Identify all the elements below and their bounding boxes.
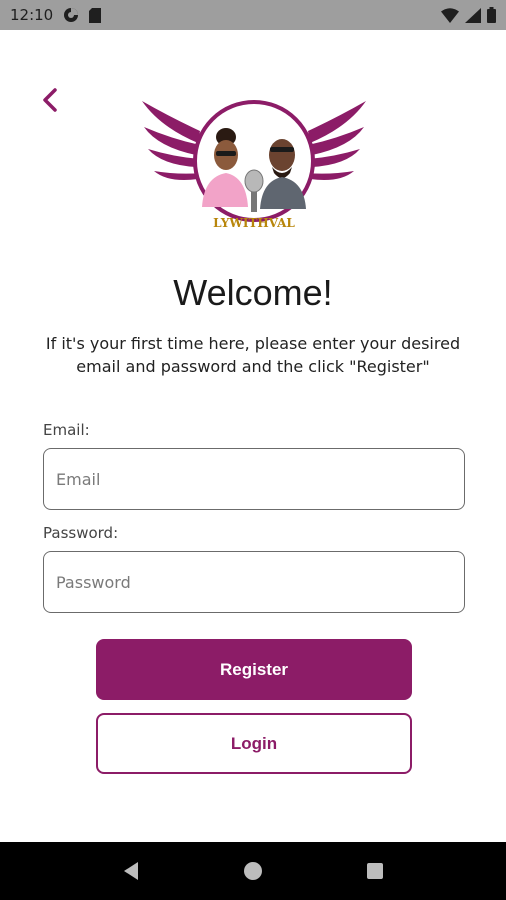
logo-text: LYWITHVAL (213, 216, 295, 230)
cellular-signal-icon (465, 7, 481, 23)
email-field[interactable] (43, 448, 465, 510)
login-button[interactable]: Login (96, 713, 412, 774)
register-button[interactable]: Register (96, 639, 412, 700)
battery-icon (487, 7, 496, 23)
nav-back-button[interactable] (111, 851, 151, 891)
wifi-icon (441, 7, 459, 23)
status-time: 12:10 (10, 6, 54, 24)
status-right (441, 7, 496, 23)
nav-home-button[interactable] (233, 851, 273, 891)
back-button[interactable] (38, 86, 62, 114)
password-field[interactable] (43, 551, 465, 613)
email-label: Email: (43, 421, 90, 439)
welcome-message: If it's your first time here, please ent… (45, 334, 461, 376)
status-left: 12:10 (10, 6, 102, 24)
brand-logo: LYWITHVAL (140, 97, 368, 239)
password-label: Password: (43, 524, 119, 542)
chevron-left-icon (43, 88, 57, 112)
data-saver-icon (63, 7, 79, 23)
system-nav-bar (0, 842, 506, 900)
back-triangle-icon (124, 862, 138, 880)
nav-recents-button[interactable] (355, 851, 395, 891)
page-title: Welcome! (173, 272, 333, 313)
recents-square-icon (367, 863, 383, 879)
status-bar: 12:10 (0, 0, 506, 30)
sd-card-icon (89, 7, 102, 23)
home-circle-icon (244, 862, 262, 880)
